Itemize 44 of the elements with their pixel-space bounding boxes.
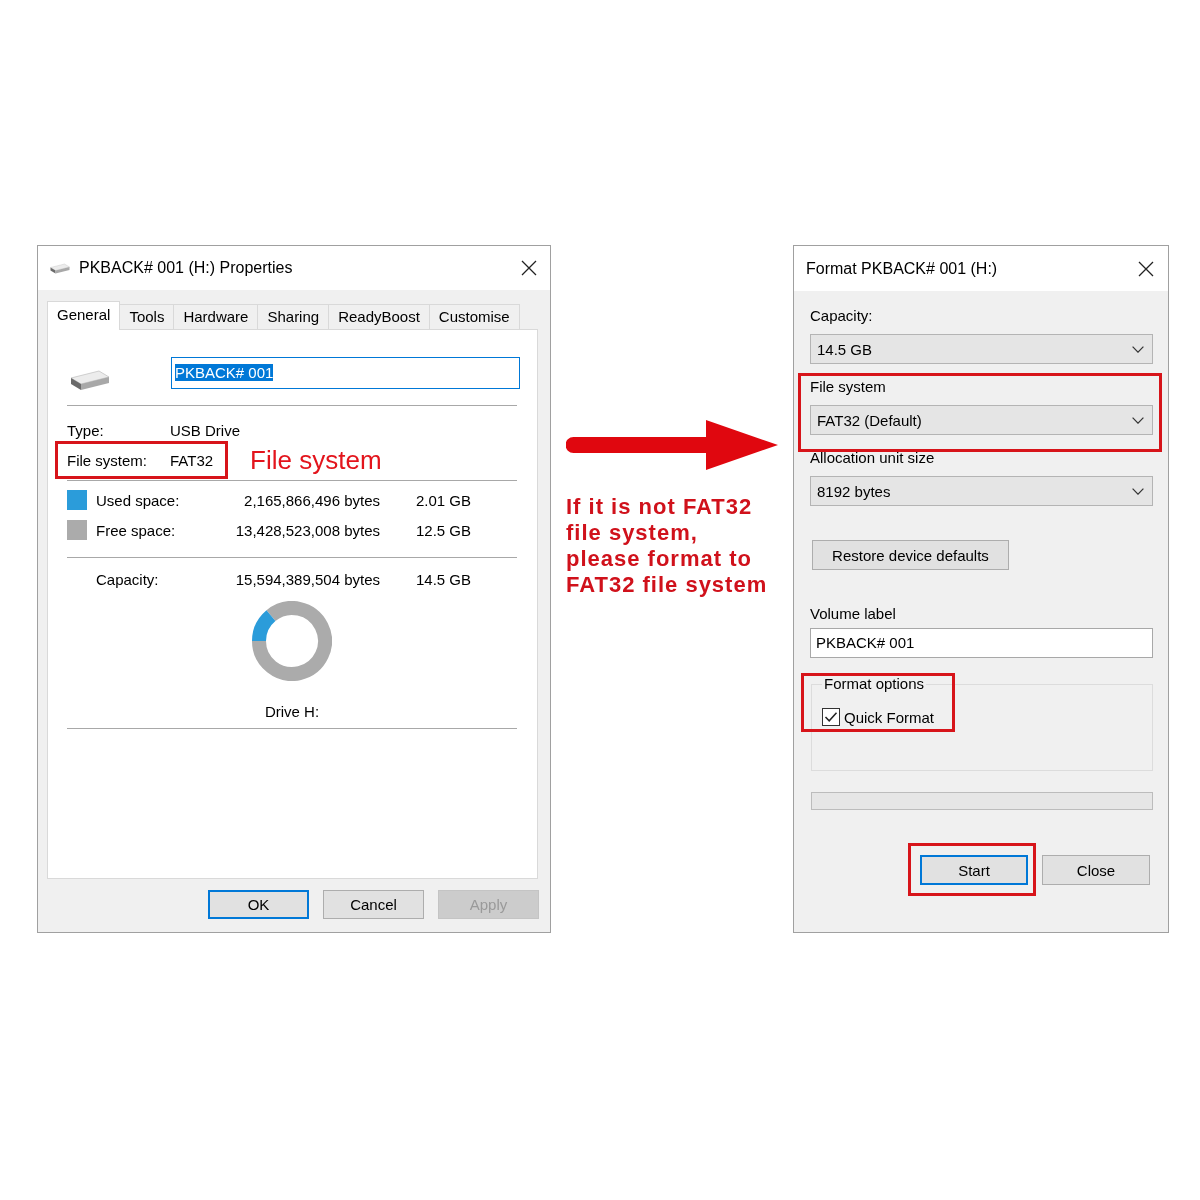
dialog-button[interactable]: Close	[1042, 855, 1150, 885]
dialog-button[interactable]: Start	[920, 855, 1028, 885]
name-field[interactable]: PKBACK# 001	[171, 357, 520, 389]
byte-count: 15,594,389,504 bytes	[235, 570, 380, 588]
checkbox[interactable]	[822, 708, 840, 726]
field-label: File system	[810, 378, 886, 396]
field-value: FAT32	[170, 451, 214, 469]
tab[interactable]: Customise	[428, 304, 520, 329]
instruction-text: If it is not FAT32 file system, please format to FAT32 file system	[566, 494, 769, 598]
group-title: Format options	[823, 675, 926, 693]
window-title: Format PKBACK# 001 (H:)	[806, 258, 998, 279]
field-label: Volume label	[810, 605, 896, 623]
text-field[interactable]: PKBACK# 001	[810, 628, 1153, 658]
field-label: Allocation unit size	[810, 449, 935, 467]
size-value: 12.5 GB	[416, 521, 472, 539]
dropdown[interactable]: 8192 bytes	[810, 476, 1153, 506]
chevron-down-icon	[1132, 345, 1144, 353]
legend-label: Capacity:	[96, 570, 159, 588]
field-value: USB Drive	[170, 421, 240, 439]
close-icon[interactable]	[1138, 260, 1154, 277]
checkbox-label[interactable]: Quick Format	[844, 708, 934, 726]
byte-count: 2,165,866,496 bytes	[244, 491, 380, 509]
tab[interactable]: General	[47, 301, 121, 330]
chevron-down-icon	[1132, 487, 1144, 495]
field-label: Capacity:	[810, 307, 873, 325]
field-label: File system:	[67, 451, 147, 469]
restore-defaults-button[interactable]: Restore device defaults	[812, 540, 1009, 570]
dialog-button[interactable]: Cancel	[323, 890, 424, 919]
legend-label: Free space:	[96, 521, 176, 539]
dialog-button[interactable]: OK	[208, 890, 309, 919]
byte-count: 13,428,523,008 bytes	[235, 521, 380, 539]
legend-label: Used space:	[96, 491, 180, 509]
dropdown[interactable]: 14.5 GB	[810, 334, 1153, 364]
field-label: Type:	[67, 421, 104, 439]
annotation-text: File system	[250, 445, 382, 475]
dropdown[interactable]: FAT32 (Default)	[810, 405, 1153, 435]
chevron-down-icon	[1132, 416, 1144, 424]
drive-icon	[70, 369, 110, 391]
window-title: PKBACK# 001 (H:) Properties	[79, 258, 293, 278]
drive-label: Drive H:	[264, 702, 320, 722]
size-value: 2.01 GB	[416, 491, 472, 509]
close-icon[interactable]	[521, 260, 537, 276]
drive-icon	[50, 262, 70, 274]
size-value: 14.5 GB	[416, 570, 472, 588]
